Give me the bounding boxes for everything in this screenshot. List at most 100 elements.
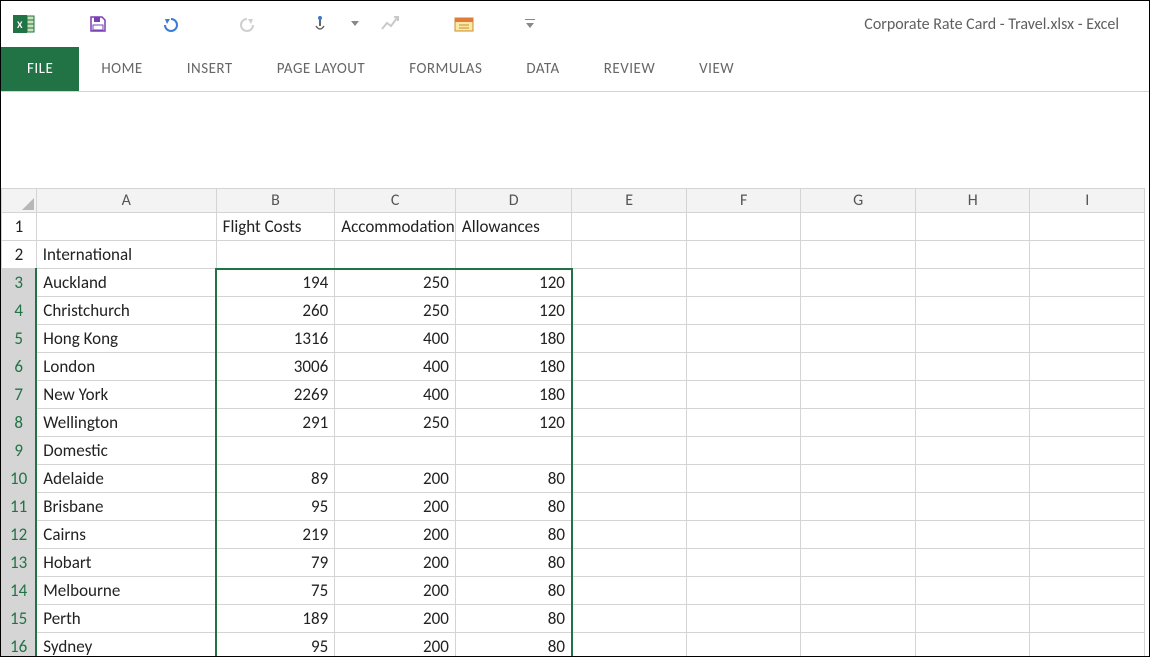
cell-C2[interactable] (335, 241, 456, 269)
cell-B5[interactable]: 1316 (216, 325, 335, 353)
cell-G2[interactable] (801, 241, 916, 269)
cell-I1[interactable] (1030, 213, 1145, 241)
tab-file[interactable]: FILE (1, 47, 79, 91)
cell-D4[interactable]: 120 (455, 297, 572, 325)
touch-mode-icon[interactable] (307, 11, 333, 37)
cell-C3[interactable]: 250 (335, 269, 456, 297)
cell-H12[interactable] (915, 521, 1030, 549)
cell-I2[interactable] (1030, 241, 1145, 269)
row-header-8[interactable]: 8 (2, 409, 37, 437)
cell-A11[interactable]: Brisbane (36, 493, 216, 521)
cell-G11[interactable] (801, 493, 916, 521)
cell-E2[interactable] (572, 241, 687, 269)
col-header-E[interactable]: E (572, 189, 687, 213)
cell-B16[interactable]: 95 (216, 633, 335, 658)
calendar-icon[interactable] (451, 11, 477, 37)
cell-H10[interactable] (915, 465, 1030, 493)
cell-F16[interactable] (686, 633, 801, 658)
cell-A14[interactable]: Melbourne (36, 577, 216, 605)
cell-B9[interactable] (216, 437, 335, 465)
cell-A4[interactable]: Christchurch (36, 297, 216, 325)
cell-G14[interactable] (801, 577, 916, 605)
cell-I16[interactable] (1030, 633, 1145, 658)
chart-icon[interactable] (377, 11, 403, 37)
cell-A2[interactable]: International (36, 241, 216, 269)
tab-data[interactable]: DATA (504, 47, 581, 91)
cell-F6[interactable] (686, 353, 801, 381)
cell-F4[interactable] (686, 297, 801, 325)
cell-D10[interactable]: 80 (455, 465, 572, 493)
grid-table[interactable]: ABCDEFGHI1Flight CostsAccommodationAllow… (1, 188, 1145, 657)
cell-E9[interactable] (572, 437, 687, 465)
cell-E12[interactable] (572, 521, 687, 549)
cell-I11[interactable] (1030, 493, 1145, 521)
cell-H2[interactable] (915, 241, 1030, 269)
cell-D15[interactable]: 80 (455, 605, 572, 633)
cell-H6[interactable] (915, 353, 1030, 381)
cell-F5[interactable] (686, 325, 801, 353)
cell-C11[interactable]: 200 (335, 493, 456, 521)
select-all-corner[interactable] (2, 189, 37, 213)
row-header-9[interactable]: 9 (2, 437, 37, 465)
cell-B8[interactable]: 291 (216, 409, 335, 437)
cell-A15[interactable]: Perth (36, 605, 216, 633)
cell-H8[interactable] (915, 409, 1030, 437)
cell-E4[interactable] (572, 297, 687, 325)
cell-E6[interactable] (572, 353, 687, 381)
tab-view[interactable]: VIEW (677, 47, 756, 91)
cell-B2[interactable] (216, 241, 335, 269)
cell-G12[interactable] (801, 521, 916, 549)
col-header-F[interactable]: F (686, 189, 801, 213)
cell-F9[interactable] (686, 437, 801, 465)
cell-I6[interactable] (1030, 353, 1145, 381)
cell-D6[interactable]: 180 (455, 353, 572, 381)
cell-C13[interactable]: 200 (335, 549, 456, 577)
tab-insert[interactable]: INSERT (165, 47, 255, 91)
tab-formulas[interactable]: FORMULAS (387, 47, 504, 91)
cell-B6[interactable]: 3006 (216, 353, 335, 381)
save-icon[interactable] (85, 11, 111, 37)
cell-A12[interactable]: Cairns (36, 521, 216, 549)
row-header-11[interactable]: 11 (2, 493, 37, 521)
cell-A1[interactable] (36, 213, 216, 241)
cell-A10[interactable]: Adelaide (36, 465, 216, 493)
cell-A5[interactable]: Hong Kong (36, 325, 216, 353)
excel-icon[interactable]: X (11, 11, 37, 37)
cell-I7[interactable] (1030, 381, 1145, 409)
cell-A7[interactable]: New York (36, 381, 216, 409)
cell-F15[interactable] (686, 605, 801, 633)
cell-H3[interactable] (915, 269, 1030, 297)
row-header-1[interactable]: 1 (2, 213, 37, 241)
cell-D3[interactable]: 120 (455, 269, 572, 297)
spreadsheet-area[interactable]: ABCDEFGHI1Flight CostsAccommodationAllow… (1, 188, 1149, 657)
cell-G16[interactable] (801, 633, 916, 658)
cell-H7[interactable] (915, 381, 1030, 409)
cell-H9[interactable] (915, 437, 1030, 465)
cell-D2[interactable] (455, 241, 572, 269)
dropdown-icon[interactable] (351, 11, 359, 37)
tab-review[interactable]: REVIEW (582, 47, 677, 91)
cell-D11[interactable]: 80 (455, 493, 572, 521)
col-header-A[interactable]: A (36, 189, 216, 213)
tab-page-layout[interactable]: PAGE LAYOUT (255, 47, 387, 91)
row-header-16[interactable]: 16 (2, 633, 37, 658)
cell-B12[interactable]: 219 (216, 521, 335, 549)
row-header-15[interactable]: 15 (2, 605, 37, 633)
cell-C10[interactable]: 200 (335, 465, 456, 493)
cell-D16[interactable]: 80 (455, 633, 572, 658)
cell-G5[interactable] (801, 325, 916, 353)
cell-I15[interactable] (1030, 605, 1145, 633)
cell-G3[interactable] (801, 269, 916, 297)
cell-H16[interactable] (915, 633, 1030, 658)
cell-C14[interactable]: 200 (335, 577, 456, 605)
cell-D1[interactable]: Allowances (455, 213, 572, 241)
cell-I12[interactable] (1030, 521, 1145, 549)
cell-I3[interactable] (1030, 269, 1145, 297)
cell-F8[interactable] (686, 409, 801, 437)
row-header-13[interactable]: 13 (2, 549, 37, 577)
cell-G13[interactable] (801, 549, 916, 577)
cell-B15[interactable]: 189 (216, 605, 335, 633)
customize-qa-icon[interactable] (525, 11, 535, 37)
cell-B3[interactable]: 194 (216, 269, 335, 297)
cell-A8[interactable]: Wellington (36, 409, 216, 437)
